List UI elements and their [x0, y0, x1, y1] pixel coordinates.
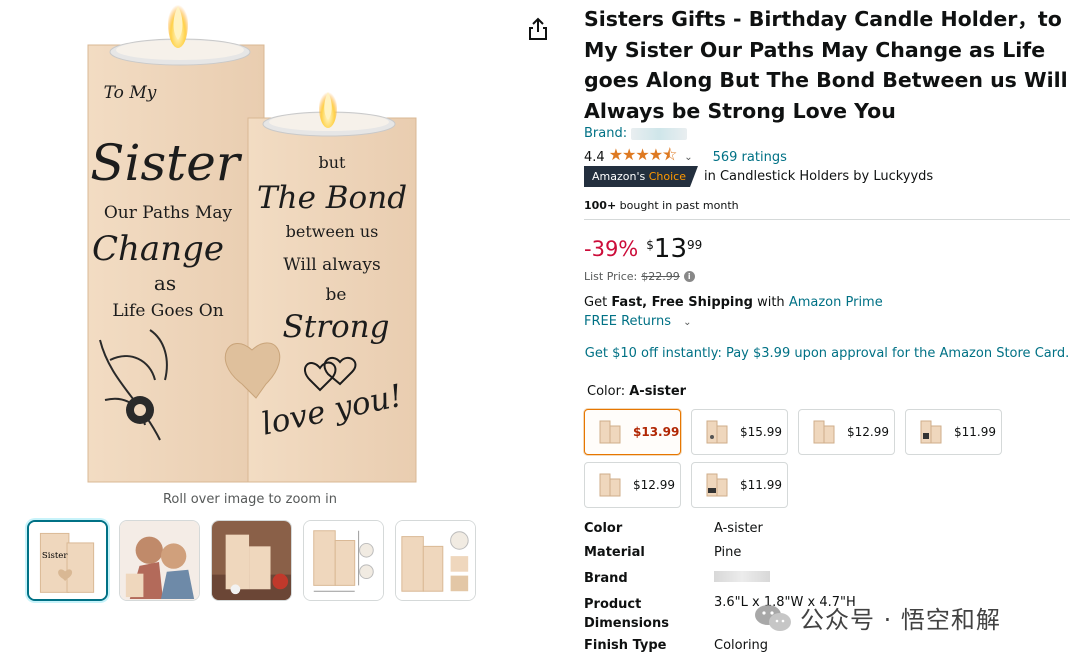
- share-icon[interactable]: [527, 17, 549, 41]
- image-text-strong: Strong: [283, 309, 390, 345]
- color-swatch-2[interactable]: $15.99: [691, 409, 788, 455]
- list-price: List Price: $22.99 i: [584, 270, 695, 283]
- store-card-promo[interactable]: Get $10 off instantly: Pay $3.99 upon ap…: [584, 346, 1070, 361]
- zoom-hint: Roll over image to zoom in: [162, 492, 338, 507]
- thumbnail-strip: Sister: [27, 520, 476, 601]
- shipping-info: Get Fast, Free Shipping with Amazon Prim…: [584, 295, 883, 310]
- thumbnail-2[interactable]: [119, 520, 200, 601]
- choice-category[interactable]: in Candlestick Holders by Luckyyds: [704, 169, 933, 184]
- ratings-count-link[interactable]: 569 ratings: [713, 150, 787, 165]
- color-swatch-4[interactable]: $11.99: [905, 409, 1002, 455]
- brand-name-redacted: [631, 127, 688, 140]
- price-row: -39% $ 13 99: [584, 232, 702, 266]
- image-text-life-goes-on: Life Goes On: [112, 301, 223, 321]
- color-swatch-3[interactable]: $12.99: [798, 409, 895, 455]
- image-text-our-paths: Our Paths May: [104, 203, 233, 223]
- product-title: Sisters Gifts - Birthday Candle Holder，t…: [584, 7, 1068, 123]
- color-swatch-5[interactable]: $12.99: [584, 462, 681, 508]
- watermark: 公众号 · 悟空和解: [754, 600, 1001, 635]
- discount-percent: -39%: [584, 237, 639, 261]
- info-icon[interactable]: i: [683, 271, 695, 282]
- chevron-down-icon[interactable]: ⌄: [684, 152, 692, 163]
- rating-value: 4.4: [584, 150, 605, 165]
- thumbnail-1[interactable]: Sister: [27, 520, 108, 601]
- thumbnail-4[interactable]: [303, 520, 384, 601]
- color-swatch-6[interactable]: $11.99: [691, 462, 788, 508]
- image-text-change: Change: [92, 229, 224, 269]
- brand-value-redacted: [714, 571, 770, 582]
- thumbnail-5[interactable]: [395, 520, 476, 601]
- image-text-between-us: between us: [286, 222, 379, 241]
- chevron-down-icon: ⌄: [683, 317, 692, 328]
- image-text-to-my: To My: [104, 83, 157, 103]
- image-text-be: be: [326, 285, 347, 305]
- amazon-prime-link[interactable]: Amazon Prime: [789, 295, 883, 310]
- image-text-as: as: [154, 271, 176, 295]
- image-text-will-always: Will always: [283, 255, 380, 275]
- image-text-sister: Sister: [90, 134, 243, 192]
- wechat-icon: [755, 604, 791, 631]
- brand-label[interactable]: Brand:: [584, 126, 627, 141]
- amazons-choice-badge: Amazon's Choice: [584, 166, 698, 187]
- image-text-the-bond: The Bond: [257, 180, 407, 216]
- current-price: $ 13 99: [646, 234, 703, 264]
- thumbnail-3[interactable]: [211, 520, 292, 601]
- divider: [584, 219, 1070, 220]
- amazons-choice-row: Amazon's Choice in Candlestick Holders b…: [584, 166, 933, 187]
- image-text-but: but: [319, 153, 347, 172]
- color-label: Color: A-sister: [587, 384, 687, 399]
- main-product-image[interactable]: To My Sister Our Paths May Change as Lif…: [70, 0, 440, 488]
- free-returns-link[interactable]: FREE Returns ⌄: [584, 314, 692, 329]
- svg-text:Sister: Sister: [42, 551, 68, 561]
- brand-row[interactable]: Brand:: [584, 126, 688, 141]
- color-swatch-1[interactable]: $13.99: [584, 409, 681, 455]
- bought-in-past-month: 100+ bought in past month: [584, 199, 739, 212]
